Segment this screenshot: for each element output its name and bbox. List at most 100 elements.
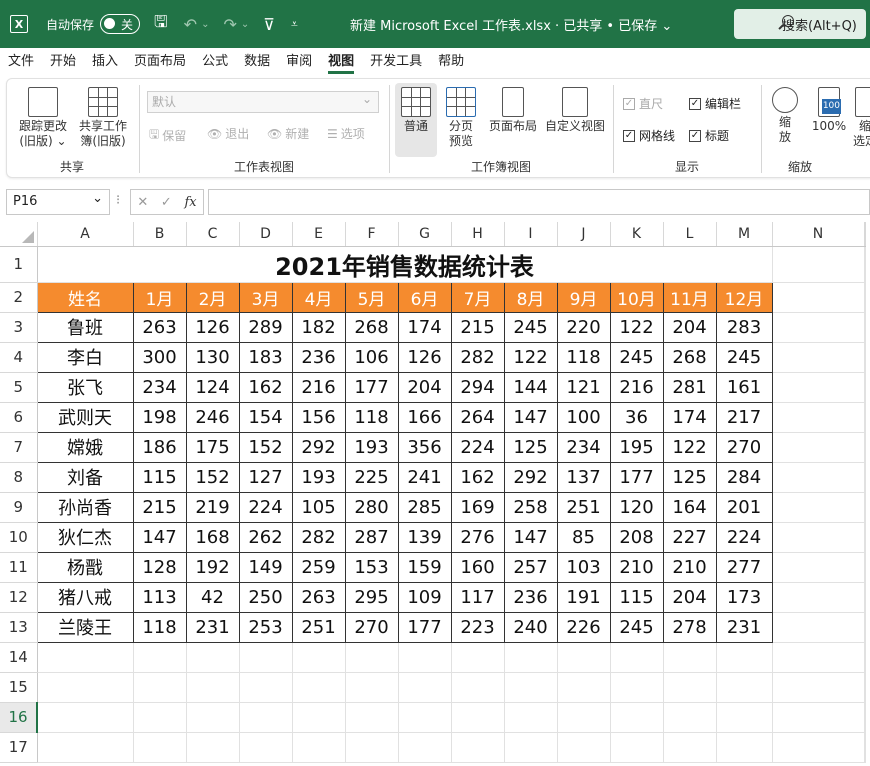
- zoom-selection-button[interactable]: 缩 选定: [853, 83, 870, 149]
- value-cell[interactable]: 356: [397, 431, 452, 463]
- cell[interactable]: [610, 672, 664, 703]
- value-cell[interactable]: 208: [609, 521, 664, 553]
- menu-tab[interactable]: 插入: [84, 48, 126, 76]
- row-header[interactable]: 2: [0, 282, 38, 313]
- cell[interactable]: [772, 672, 865, 703]
- cell[interactable]: [663, 732, 717, 763]
- cell[interactable]: [557, 642, 611, 673]
- value-cell[interactable]: 250: [238, 581, 293, 613]
- value-cell[interactable]: 109: [397, 581, 452, 613]
- enter-icon[interactable]: ✓: [161, 195, 172, 210]
- value-cell[interactable]: 234: [132, 371, 187, 403]
- value-cell[interactable]: 126: [185, 311, 240, 343]
- value-cell[interactable]: 219: [185, 491, 240, 523]
- cell[interactable]: [504, 732, 558, 763]
- page-break-preview-button[interactable]: 分页 预览: [441, 83, 481, 149]
- column-header[interactable]: A: [37, 222, 134, 247]
- value-cell[interactable]: 264: [450, 401, 505, 433]
- cell[interactable]: [345, 672, 399, 703]
- name-cell[interactable]: 狄仁杰: [36, 521, 134, 553]
- save-icon[interactable]: 🖫: [154, 11, 168, 38]
- value-cell[interactable]: 216: [291, 371, 346, 403]
- customize-toolbar-icon[interactable]: ⩡: [291, 17, 298, 32]
- row-header[interactable]: 9: [0, 492, 38, 523]
- value-cell[interactable]: 217: [715, 401, 773, 433]
- row-header[interactable]: 17: [0, 732, 38, 763]
- value-cell[interactable]: 268: [344, 311, 399, 343]
- header-cell[interactable]: 12月: [715, 281, 773, 313]
- value-cell[interactable]: 300: [132, 341, 187, 373]
- name-cell[interactable]: 杨戬: [36, 551, 134, 583]
- value-cell[interactable]: 153: [344, 551, 399, 583]
- value-cell[interactable]: 246: [185, 401, 240, 433]
- header-cell[interactable]: 1月: [132, 281, 187, 313]
- cell[interactable]: [239, 642, 293, 673]
- value-cell[interactable]: 177: [397, 611, 452, 643]
- search-box[interactable]: 搜索(Alt+Q): [734, 9, 866, 39]
- cell[interactable]: [186, 732, 240, 763]
- value-cell[interactable]: 251: [556, 491, 611, 523]
- cell[interactable]: [864, 642, 866, 673]
- value-cell[interactable]: 115: [609, 581, 664, 613]
- value-cell[interactable]: 147: [503, 401, 558, 433]
- cell[interactable]: [504, 702, 558, 733]
- formula-bar-checkbox[interactable]: ✓ 编辑栏: [689, 95, 741, 112]
- value-cell[interactable]: 204: [397, 371, 452, 403]
- value-cell[interactable]: 182: [291, 311, 346, 343]
- gridlines-checkbox[interactable]: ✓ 网格线: [623, 127, 675, 144]
- value-cell[interactable]: 122: [609, 311, 664, 343]
- header-cell[interactable]: 姓名: [36, 281, 134, 313]
- column-header[interactable]: I: [504, 222, 558, 247]
- row-header[interactable]: 6: [0, 402, 38, 433]
- value-cell[interactable]: 251: [291, 611, 346, 643]
- value-cell[interactable]: 257: [503, 551, 558, 583]
- cell[interactable]: [345, 732, 399, 763]
- header-cell[interactable]: 10月: [609, 281, 664, 313]
- cell[interactable]: [292, 672, 346, 703]
- cell[interactable]: [37, 732, 134, 763]
- value-cell[interactable]: 127: [238, 461, 293, 493]
- name-cell[interactable]: 张飞: [36, 371, 134, 403]
- autosave-toggle[interactable]: 关: [100, 14, 141, 34]
- value-cell[interactable]: 231: [185, 611, 240, 643]
- header-cell[interactable]: 9月: [556, 281, 611, 313]
- value-cell[interactable]: 245: [503, 311, 558, 343]
- cell[interactable]: [451, 642, 505, 673]
- row-header[interactable]: 10: [0, 522, 38, 553]
- cell[interactable]: [864, 372, 866, 403]
- name-cell[interactable]: 嫦娥: [36, 431, 134, 463]
- cell[interactable]: [398, 702, 452, 733]
- value-cell[interactable]: 115: [132, 461, 187, 493]
- value-cell[interactable]: 128: [132, 551, 187, 583]
- column-header[interactable]: B: [133, 222, 187, 247]
- name-cell[interactable]: 孙尚香: [36, 491, 134, 523]
- header-cell[interactable]: 5月: [344, 281, 399, 313]
- cancel-icon[interactable]: ✕: [137, 195, 148, 210]
- value-cell[interactable]: 183: [238, 341, 293, 373]
- value-cell[interactable]: 164: [662, 491, 717, 523]
- value-cell[interactable]: 241: [397, 461, 452, 493]
- cell[interactable]: [398, 642, 452, 673]
- value-cell[interactable]: 118: [344, 401, 399, 433]
- value-cell[interactable]: 118: [132, 611, 187, 643]
- cell[interactable]: [186, 642, 240, 673]
- value-cell[interactable]: 198: [132, 401, 187, 433]
- value-cell[interactable]: 281: [662, 371, 717, 403]
- row-header[interactable]: 4: [0, 342, 38, 373]
- cell[interactable]: [37, 642, 134, 673]
- value-cell[interactable]: 177: [344, 371, 399, 403]
- cell[interactable]: [772, 402, 865, 433]
- value-cell[interactable]: 130: [185, 341, 240, 373]
- value-cell[interactable]: 162: [238, 371, 293, 403]
- cell[interactable]: [772, 612, 865, 643]
- value-cell[interactable]: 210: [662, 551, 717, 583]
- formula-input[interactable]: [208, 189, 870, 215]
- value-cell[interactable]: 263: [132, 311, 187, 343]
- column-header[interactable]: C: [186, 222, 240, 247]
- value-cell[interactable]: 226: [556, 611, 611, 643]
- cell[interactable]: [186, 672, 240, 703]
- row-header[interactable]: 12: [0, 582, 38, 613]
- cell[interactable]: [772, 492, 865, 523]
- value-cell[interactable]: 192: [185, 551, 240, 583]
- menu-tab[interactable]: 公式: [194, 48, 236, 76]
